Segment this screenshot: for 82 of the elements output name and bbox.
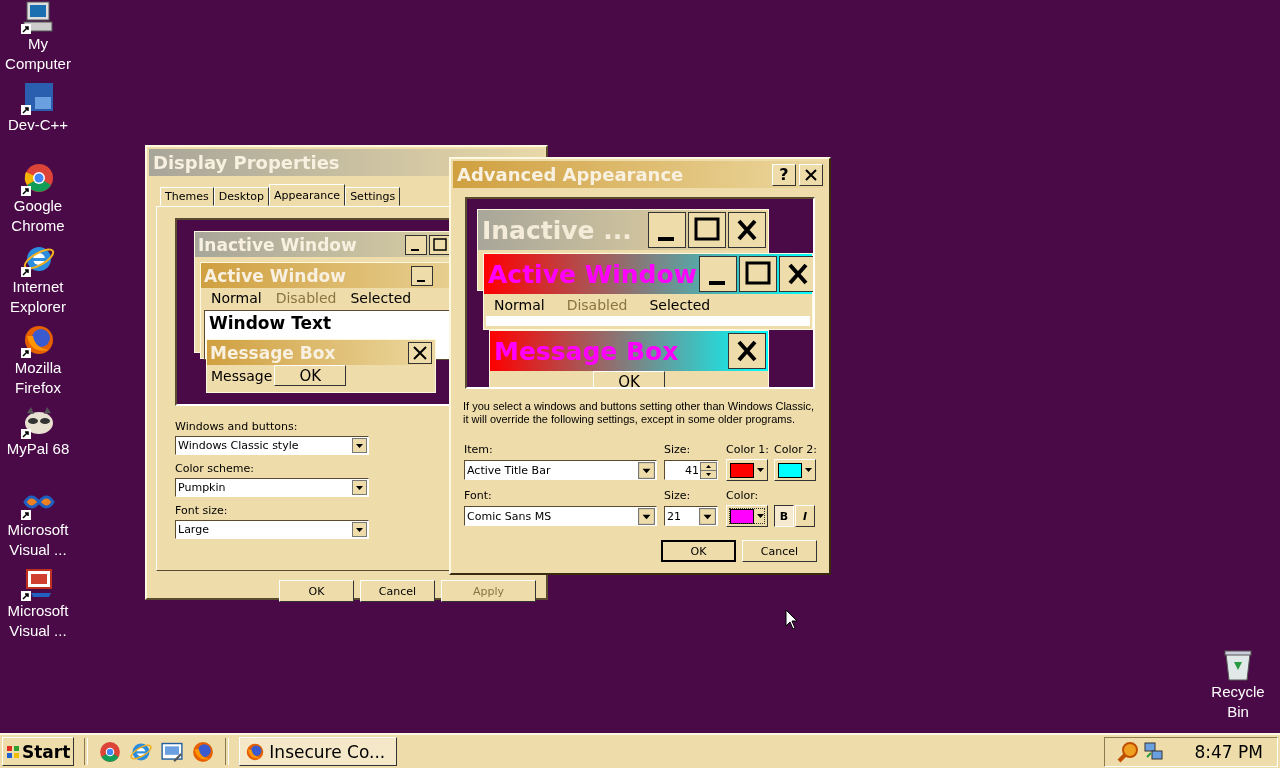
- window-title: Inactive ...: [482, 215, 633, 245]
- ok-button[interactable]: OK: [274, 365, 347, 386]
- dropdown[interactable]: Large: [175, 520, 369, 539]
- info-text: If you select a windows and buttons setting other than Windows Classic, it will override the following settings, except in some older programs.: [463, 400, 815, 426]
- message-text: Message: [211, 367, 273, 384]
- start-button[interactable]: Start: [2, 737, 75, 766]
- window-title: Inactive Window: [198, 234, 358, 255]
- minimize-icon: [411, 265, 433, 286]
- window-title: Active Window: [204, 265, 347, 286]
- field-label: Color 2:: [774, 443, 818, 456]
- window-text: Window Text: [209, 313, 332, 333]
- taskbar-button[interactable]: Insecure Co...: [239, 737, 398, 766]
- dropdown-arrow-icon: [757, 513, 764, 519]
- color-picker[interactable]: [726, 505, 768, 527]
- tab[interactable]: Settings: [345, 187, 401, 206]
- firefox-icon[interactable]: [21, 324, 55, 358]
- icon-label: Mozilla Firefox: [13, 358, 63, 398]
- firefox-icon: [245, 741, 266, 762]
- number-field[interactable]: 41: [664, 460, 718, 480]
- icon-label: Google Chrome: [10, 196, 66, 236]
- maximize-icon: [688, 212, 726, 248]
- close-button[interactable]: [799, 163, 823, 186]
- icon-label: Dev-C++: [7, 115, 69, 135]
- maximize-icon: [738, 256, 777, 292]
- field-label: Font size:: [175, 504, 228, 517]
- field-label: Windows and buttons:: [175, 420, 298, 433]
- dialog-button[interactable]: Cancel: [742, 540, 817, 562]
- dropdown-arrow-icon: [805, 467, 812, 473]
- menu-item: Disabled: [566, 297, 628, 313]
- dropdown[interactable]: 21: [664, 506, 718, 526]
- window-title: Active Window: [488, 259, 697, 289]
- icon-label: MyPal 68: [5, 439, 71, 459]
- field-label: Font:: [464, 489, 493, 502]
- windows-logo-icon: [6, 744, 20, 759]
- menu-item: Disabled: [275, 290, 337, 306]
- computer-icon[interactable]: [21, 0, 55, 34]
- dropdown[interactable]: Windows Classic style: [175, 436, 369, 455]
- window-title: Message Box: [210, 342, 336, 363]
- chrome-icon[interactable]: [21, 162, 55, 196]
- italic-button[interactable]: I: [795, 505, 815, 527]
- field-label: Size:: [664, 443, 692, 456]
- icon-label: Microsoft Visual ...: [6, 520, 70, 560]
- field-label: Color scheme:: [175, 462, 254, 475]
- window-title: Advanced Appearance: [457, 164, 684, 185]
- dropdown-arrow-icon: [757, 467, 764, 473]
- window-title: Message Box: [494, 336, 680, 366]
- recycle-bin-icon[interactable]: [1222, 648, 1254, 682]
- tab[interactable]: Themes: [160, 187, 214, 206]
- tab[interactable]: Desktop: [213, 187, 270, 206]
- icon-label: Recycle Bin: [1210, 682, 1266, 722]
- bold-button[interactable]: B: [774, 505, 794, 527]
- minimize-icon: [698, 256, 737, 292]
- close-icon: [804, 167, 818, 182]
- ok-button[interactable]: OK: [593, 371, 665, 387]
- close-icon: [728, 333, 766, 369]
- spinner-icon: [700, 461, 717, 479]
- color-picker[interactable]: [774, 459, 816, 481]
- window-title: Display Properties: [153, 152, 340, 173]
- dialog-button[interactable]: Cancel: [360, 580, 435, 602]
- clock: 8:47 PM: [1194, 741, 1263, 762]
- minimize-icon: [405, 234, 427, 255]
- help-button[interactable]: ?: [772, 163, 796, 186]
- dropdown[interactable]: Comic Sans MS: [464, 506, 657, 526]
- network-icon[interactable]: [1142, 740, 1165, 763]
- icon-label: Microsoft Visual ...: [6, 601, 70, 641]
- icon-label: Internet Explorer: [9, 277, 67, 317]
- dialog-button[interactable]: OK: [661, 540, 736, 562]
- icon-label: My Computer: [4, 34, 72, 74]
- minimize-icon: [648, 212, 686, 248]
- dialog-button[interactable]: OK: [279, 580, 354, 602]
- color-picker[interactable]: [726, 459, 768, 481]
- close-icon: [728, 212, 766, 248]
- magnifier-icon[interactable]: [1116, 740, 1139, 763]
- field-label: Item:: [464, 443, 494, 456]
- raccoon-icon[interactable]: [21, 405, 55, 439]
- dropdown[interactable]: Active Title Bar: [464, 460, 657, 480]
- field-label: Color:: [726, 489, 760, 502]
- field-label: Color 1:: [726, 443, 770, 456]
- tab[interactable]: Appearance: [269, 184, 346, 206]
- field-label: Size:: [664, 489, 692, 502]
- dropdown[interactable]: Pumpkin: [175, 478, 369, 497]
- cursor-icon: [785, 609, 798, 630]
